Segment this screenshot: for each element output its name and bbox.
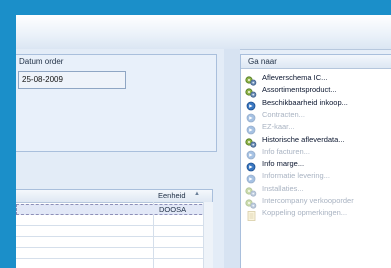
gears-icon <box>245 73 257 86</box>
goto-item[interactable]: Contracten... <box>241 109 391 123</box>
action-icon <box>245 110 257 123</box>
action-icon <box>245 159 257 172</box>
goto-item-label: Koppeling opmerkingen... <box>262 208 348 218</box>
goto-item[interactable]: Afleverschema IC... <box>241 72 391 86</box>
goto-item-label: Installaties... <box>262 183 304 193</box>
goto-item-label: EZ-kaar... <box>262 122 295 132</box>
goto-item-label: Afleverschema IC... <box>262 73 328 82</box>
goto-item-label: Intercompany verkooporder <box>262 196 354 205</box>
order-header-panel: Datum order 25-08-2009 <box>16 54 217 152</box>
gears-icon <box>245 135 257 148</box>
table-row[interactable] <box>16 248 212 259</box>
sort-up-icon[interactable]: ▲ <box>194 191 200 197</box>
order-form-area: Datum order 25-08-2009 Eenheid ▲ DOOSA <box>16 49 224 268</box>
column-header-eenheid[interactable]: Eenheid <box>158 191 186 200</box>
application-window: Datum order 25-08-2009 Eenheid ▲ DOOSA G… <box>16 15 391 268</box>
goto-item-label: Contracten... <box>262 109 305 119</box>
table-row[interactable] <box>16 215 212 226</box>
goto-item-label: Assortimentsproduct... <box>262 85 337 95</box>
order-date-field[interactable]: 25-08-2009 <box>18 71 126 89</box>
grid-header: Eenheid ▲ <box>16 190 212 203</box>
goto-panel-title: Ga naar <box>241 55 391 69</box>
table-row[interactable] <box>16 226 212 237</box>
cell-eenheid: DOOSA <box>159 205 187 214</box>
goto-item[interactable]: Intercompany verkooporder <box>241 195 391 209</box>
order-lines-grid: Eenheid ▲ DOOSA <box>16 189 213 268</box>
goto-item-label: Informatie levering... <box>262 171 330 181</box>
table-row[interactable] <box>16 259 212 268</box>
action-icon <box>245 147 257 160</box>
goto-item-label: Info marge... <box>262 159 305 169</box>
goto-panel: Ga naar Afleverschema IC... Assortimentsp… <box>240 54 391 268</box>
goto-item[interactable]: Installaties... <box>241 183 391 197</box>
goto-item[interactable]: Info marge... <box>241 158 391 172</box>
goto-item-label: Info facturen... <box>262 146 310 156</box>
document-icon <box>245 208 257 222</box>
table-row[interactable]: DOOSA <box>16 204 212 215</box>
order-date-label: Datum order <box>19 57 64 66</box>
grid-scrollbar[interactable] <box>203 202 213 268</box>
goto-item[interactable]: EZ-kaar... <box>241 121 391 135</box>
window-title-bar <box>16 15 391 50</box>
action-icon <box>245 122 257 135</box>
action-icon <box>245 98 257 110</box>
gears-icon <box>245 196 257 209</box>
pane-splitter[interactable] <box>224 49 240 268</box>
table-row[interactable] <box>16 237 212 248</box>
goto-item[interactable]: Info facturen... <box>241 146 391 160</box>
goto-item[interactable]: Assortimentsproduct... <box>241 84 391 98</box>
action-icon <box>245 171 257 184</box>
goto-item-label: Historische afleverdata... <box>262 134 345 144</box>
goto-item[interactable]: Koppeling opmerkingen... <box>241 207 391 222</box>
goto-item-label: Beschikbaarheid inkoop... <box>262 97 348 107</box>
gears-icon <box>245 184 257 197</box>
gears-icon <box>245 85 257 98</box>
goto-item[interactable]: Historische afleverdata... <box>241 134 391 148</box>
goto-item[interactable]: Informatie levering... <box>241 170 391 184</box>
goto-item[interactable]: Beschikbaarheid inkoop... <box>241 97 391 110</box>
